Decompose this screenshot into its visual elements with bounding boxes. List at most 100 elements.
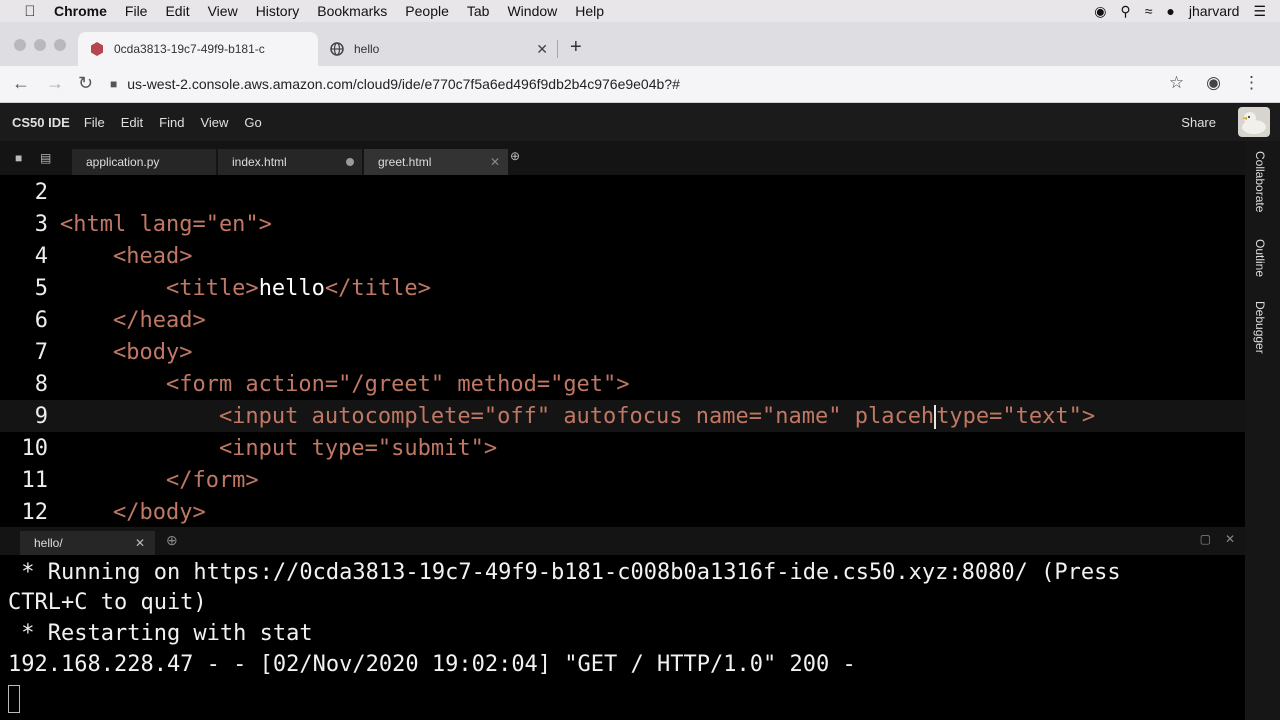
profile-icon[interactable]: ◉ (1206, 73, 1221, 93)
browser-tab-hello[interactable]: hello ✕ (318, 32, 558, 66)
code-content: hello (258, 275, 325, 301)
new-tab-plus-icon[interactable]: + (570, 36, 582, 59)
ide-menu-edit[interactable]: Edit (121, 115, 143, 130)
terminal-line: 192.168.228.47 - - [02/Nov/2020 19:02:04… (8, 652, 856, 677)
editor-tab-index-html[interactable]: index.html (218, 149, 362, 175)
browser-tab-ide[interactable]: 0cda3813-19c7-49f9-b181-c (78, 32, 318, 66)
menu-bookmarks[interactable]: Bookmarks (317, 3, 387, 19)
editor-tab-bar: ■ ▤ application.py index.html greet.html… (0, 141, 1245, 175)
browser-tab-title: hello (354, 42, 380, 56)
menu-history[interactable]: History (256, 3, 300, 19)
folder-icon[interactable]: ■ (15, 151, 22, 165)
line-number: 6 (34, 307, 48, 333)
creative-cloud-icon[interactable]: ◉ (1094, 3, 1106, 20)
new-terminal-icon[interactable]: ⊕ (166, 532, 178, 549)
browser-tab-title: 0cda3813-19c7-49f9-b181-c (114, 42, 265, 56)
apple-icon[interactable]:  (20, 3, 40, 20)
address-bar[interactable]: ■ us-west-2.console.aws.amazon.com/cloud… (110, 70, 1210, 98)
code-line: 2 (0, 176, 1245, 208)
bookmark-star-icon[interactable]: ☆ (1169, 73, 1184, 93)
code-text: </body> (60, 499, 206, 525)
ide-menu-file[interactable]: File (84, 115, 105, 130)
ide-menu-view[interactable]: View (200, 115, 228, 130)
menu-people[interactable]: People (405, 3, 449, 19)
reload-icon[interactable]: ↻ (78, 73, 93, 94)
line-number: 10 (21, 435, 49, 461)
line-number: 3 (34, 211, 48, 237)
tab-divider (557, 40, 558, 58)
menu-edit[interactable]: Edit (165, 3, 189, 19)
share-button[interactable]: Share (1181, 115, 1216, 130)
window-close-button[interactable] (14, 39, 26, 51)
ide-menu-go[interactable]: Go (244, 115, 261, 130)
editor-tab-application-py[interactable]: application.py (72, 149, 216, 175)
duck-avatar[interactable] (1238, 107, 1270, 137)
wifi-icon[interactable]: ≈ (1145, 3, 1153, 19)
editor-tab-label: greet.html (378, 155, 432, 169)
code-line: 3 <html lang="en"> (0, 208, 1245, 240)
file-list-icon[interactable]: ▤ (40, 151, 51, 165)
line-number: 7 (34, 339, 48, 365)
unsaved-dot-icon[interactable] (346, 158, 354, 166)
code-tag: type="text"> (936, 403, 1096, 429)
terminal-tab[interactable]: hello/ ✕ (20, 531, 155, 555)
sidebar-tab-debugger[interactable]: Debugger (1253, 301, 1267, 354)
chrome-menu-icon[interactable]: ⋮ (1243, 73, 1260, 93)
line-number: 2 (34, 179, 48, 205)
macos-menu-bar:  Chrome File Edit View History Bookmark… (0, 0, 1280, 22)
code-editor[interactable]: 2 3 <html lang="en"> 4 <head> 5 <title>h… (0, 175, 1245, 527)
code-tag: <title> (60, 275, 259, 301)
menu-window[interactable]: Window (507, 3, 557, 19)
code-text: <form action="/greet" method="get"> (60, 371, 630, 397)
terminal-panel[interactable]: * Running on https://0cda3813-19c7-49f9-… (0, 555, 1245, 720)
editor-tab-label: index.html (232, 155, 287, 169)
close-tab-icon[interactable]: ✕ (536, 41, 548, 58)
code-line: 12 </body> (0, 496, 1245, 527)
terminal-line: * Running on https://0cda3813-19c7-49f9-… (8, 560, 1121, 585)
window-zoom-button[interactable] (54, 39, 66, 51)
line-number: 11 (21, 467, 49, 493)
menu-help[interactable]: Help (575, 3, 604, 19)
ide-menu-find[interactable]: Find (159, 115, 184, 130)
menu-tab[interactable]: Tab (467, 3, 490, 19)
user-account-icon[interactable]: ● (1166, 3, 1174, 19)
editor-tab-greet-html[interactable]: greet.html ✕ (364, 149, 508, 175)
close-terminal-tab-icon[interactable]: ✕ (135, 536, 145, 550)
url-text: us-west-2.console.aws.amazon.com/cloud9/… (127, 76, 680, 92)
code-text: <input type="submit"> (60, 435, 498, 461)
terminal-tab-label: hello/ (34, 536, 63, 550)
line-number: 12 (21, 499, 49, 525)
code-tag: <input autocomplete="off" autofocus name… (60, 403, 935, 429)
window-minimize-button[interactable] (34, 39, 46, 51)
maximize-panel-icon[interactable]: ▢ (1200, 532, 1211, 546)
control-center-icon[interactable]: ☰ (1253, 3, 1266, 20)
sidebar-tab-outline[interactable]: Outline (1253, 239, 1267, 277)
menu-file[interactable]: File (125, 3, 148, 19)
menu-app-chrome[interactable]: Chrome (54, 3, 107, 19)
browser-toolbar-actions: ☆ ◉ ⋮ (1169, 73, 1260, 93)
code-text: <head> (60, 243, 193, 269)
code-text: </head> (60, 307, 206, 333)
spotlight-search-icon[interactable]: ⚲ (1120, 3, 1130, 20)
code-line: 8 <form action="/greet" method="get"> (0, 368, 1245, 400)
menubar-status-area: ◉ ⚲ ≈ ● jharvard ☰ (1094, 0, 1280, 22)
menubar-username[interactable]: jharvard (1189, 3, 1240, 19)
line-number: 9 (34, 403, 48, 429)
new-editor-tab-icon[interactable]: ⊕ (510, 149, 520, 163)
editor-tab-label: application.py (86, 155, 160, 169)
menu-view[interactable]: View (208, 3, 238, 19)
close-panel-icon[interactable]: ✕ (1225, 532, 1235, 546)
code-line: 7 <body> (0, 336, 1245, 368)
line-number: 8 (34, 371, 48, 397)
lock-icon[interactable]: ■ (110, 77, 117, 91)
code-line: 11 </form> (0, 464, 1245, 496)
code-tag: </title> (324, 275, 431, 301)
code-line: 5 <title>hello</title> (0, 272, 1245, 304)
ide-brand[interactable]: CS50 IDE (12, 115, 70, 130)
close-editor-tab-icon[interactable]: ✕ (490, 155, 500, 169)
forward-arrow-icon[interactable]: → (46, 73, 64, 94)
sidebar-tab-collaborate[interactable]: Collaborate (1253, 151, 1267, 212)
code-line: 10 <input type="submit"> (0, 432, 1245, 464)
code-text: <body> (60, 339, 193, 365)
back-arrow-icon[interactable]: ← (12, 73, 30, 94)
